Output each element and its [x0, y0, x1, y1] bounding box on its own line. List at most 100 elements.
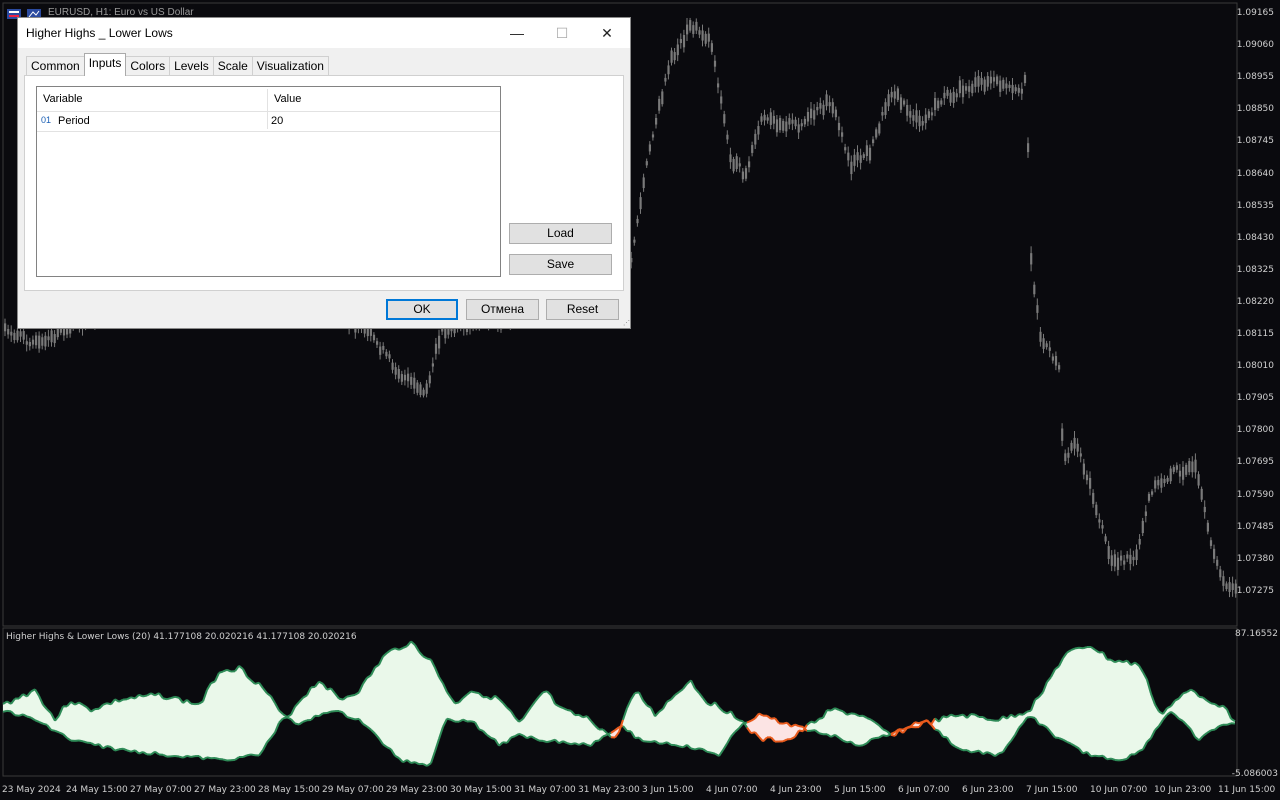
- up-fill-segment: [1067, 650, 1071, 744]
- candle-body: [1228, 582, 1231, 592]
- indicator-line-a: [102, 702, 108, 706]
- indicator-line-a: [990, 719, 996, 722]
- candle-body: [806, 111, 810, 122]
- up-fill-segment: [263, 688, 267, 751]
- minimize-button[interactable]: —: [494, 18, 540, 48]
- column-value[interactable]: Value: [274, 93, 301, 105]
- time-tick-label: 10 Jun 23:00: [1154, 785, 1212, 795]
- indicator-line-b: [914, 721, 920, 725]
- indicator-properties-dialog[interactable]: Higher Highs _ Lower Lows — ☐ ✕ Common I…: [17, 17, 631, 329]
- indicator-line-b: [898, 728, 904, 731]
- maximize-button[interactable]: ☐: [539, 18, 585, 48]
- period-value-field[interactable]: 20: [271, 115, 283, 127]
- candle-body: [769, 112, 772, 125]
- reset-button[interactable]: Reset: [546, 299, 619, 320]
- price-tick-label: 1.08955: [1236, 72, 1274, 83]
- up-fill-segment: [223, 669, 227, 761]
- candle-body: [1076, 443, 1079, 452]
- candle-body: [425, 383, 428, 394]
- up-fill-segment: [831, 708, 835, 737]
- column-variable[interactable]: Variable: [43, 93, 83, 105]
- candle-body: [382, 345, 385, 350]
- candle-body: [1116, 557, 1120, 570]
- indicator-line-b: [410, 761, 416, 764]
- candle-body: [22, 331, 25, 340]
- candle-body: [1151, 491, 1154, 495]
- cancel-button[interactable]: Отмена: [466, 299, 539, 320]
- resize-grip-icon[interactable]: ⋰: [623, 320, 630, 327]
- up-fill-segment: [423, 656, 427, 766]
- inputs-grid[interactable]: Variable Value 01 Period 20: [36, 86, 501, 277]
- candle-body: [850, 161, 853, 175]
- indicator-line-a: [738, 719, 744, 723]
- up-fill-segment: [979, 716, 983, 755]
- up-fill-segment: [63, 706, 67, 738]
- up-fill-segment: [375, 664, 379, 739]
- dialog-titlebar[interactable]: Higher Highs _ Lower Lows — ☐ ✕: [18, 18, 630, 48]
- candle-body: [797, 124, 800, 133]
- candle-body: [1061, 428, 1064, 441]
- table-row[interactable]: 01 Period 20: [37, 111, 500, 132]
- candle-body: [757, 126, 760, 135]
- indicator-line-b: [206, 756, 212, 760]
- candle-body: [1054, 355, 1058, 366]
- candle-body: [738, 163, 741, 167]
- candle-body: [983, 79, 986, 92]
- indicator-line-b: [662, 741, 668, 745]
- tab-colors[interactable]: Colors: [125, 56, 171, 76]
- candle-body: [35, 335, 38, 346]
- up-fill-segment: [695, 688, 699, 750]
- candle-body: [934, 98, 937, 111]
- candle-body: [1194, 459, 1197, 473]
- up-fill-segment: [1195, 691, 1199, 741]
- tab-levels[interactable]: Levels: [169, 56, 214, 76]
- up-fill-segment: [211, 681, 215, 759]
- tab-inputs[interactable]: Inputs: [83, 53, 127, 76]
- candle-body: [13, 332, 16, 340]
- close-button[interactable]: ✕: [584, 18, 630, 48]
- up-fill-segment: [1059, 658, 1063, 740]
- candle-body: [1048, 347, 1051, 351]
- save-button[interactable]: Save: [509, 254, 612, 275]
- up-fill-segment: [855, 713, 859, 746]
- up-fill-segment: [227, 669, 231, 761]
- candle-body: [1107, 546, 1110, 559]
- indicator-line-b: [1090, 754, 1096, 758]
- candle-body: [909, 111, 912, 118]
- indicator-line-b: [1210, 728, 1216, 732]
- indicator-line-a: [310, 685, 316, 689]
- candle-body: [1120, 555, 1123, 561]
- load-button[interactable]: Load: [509, 223, 612, 244]
- indicator-line-b: [178, 755, 184, 759]
- candle-body: [1005, 83, 1008, 89]
- up-fill-segment: [547, 691, 551, 743]
- indicator-line-b: [970, 750, 976, 754]
- indicator-line-b: [678, 745, 684, 749]
- candle-body: [856, 152, 859, 161]
- candle-body: [397, 368, 400, 379]
- indicator-line-a: [970, 712, 976, 716]
- candle-body: [53, 334, 56, 344]
- up-fill-segment: [1203, 697, 1207, 737]
- indicator-line-a: [474, 691, 480, 695]
- candle-body: [1104, 536, 1107, 542]
- candle-body: [1033, 284, 1036, 295]
- candle-body: [1126, 554, 1129, 559]
- candle-body: [779, 117, 782, 131]
- indicator-line-b: [246, 753, 252, 757]
- indicator-line-b: [518, 732, 524, 737]
- tab-visualization[interactable]: Visualization: [251, 56, 329, 76]
- up-fill-segment: [983, 716, 987, 755]
- tab-common[interactable]: Common: [26, 56, 85, 76]
- price-tick-label: 1.08430: [1236, 232, 1274, 243]
- up-fill-segment: [579, 714, 583, 745]
- candle-body: [636, 218, 639, 224]
- up-fill-segment: [1095, 649, 1099, 757]
- indicator-line-b: [106, 745, 112, 748]
- ok-button[interactable]: OK: [386, 299, 458, 320]
- indicator-line-b: [2, 709, 8, 713]
- up-fill-segment: [1115, 660, 1119, 761]
- candle-body: [1132, 556, 1135, 561]
- tab-scale[interactable]: Scale: [212, 56, 253, 76]
- candle-body: [1147, 493, 1151, 501]
